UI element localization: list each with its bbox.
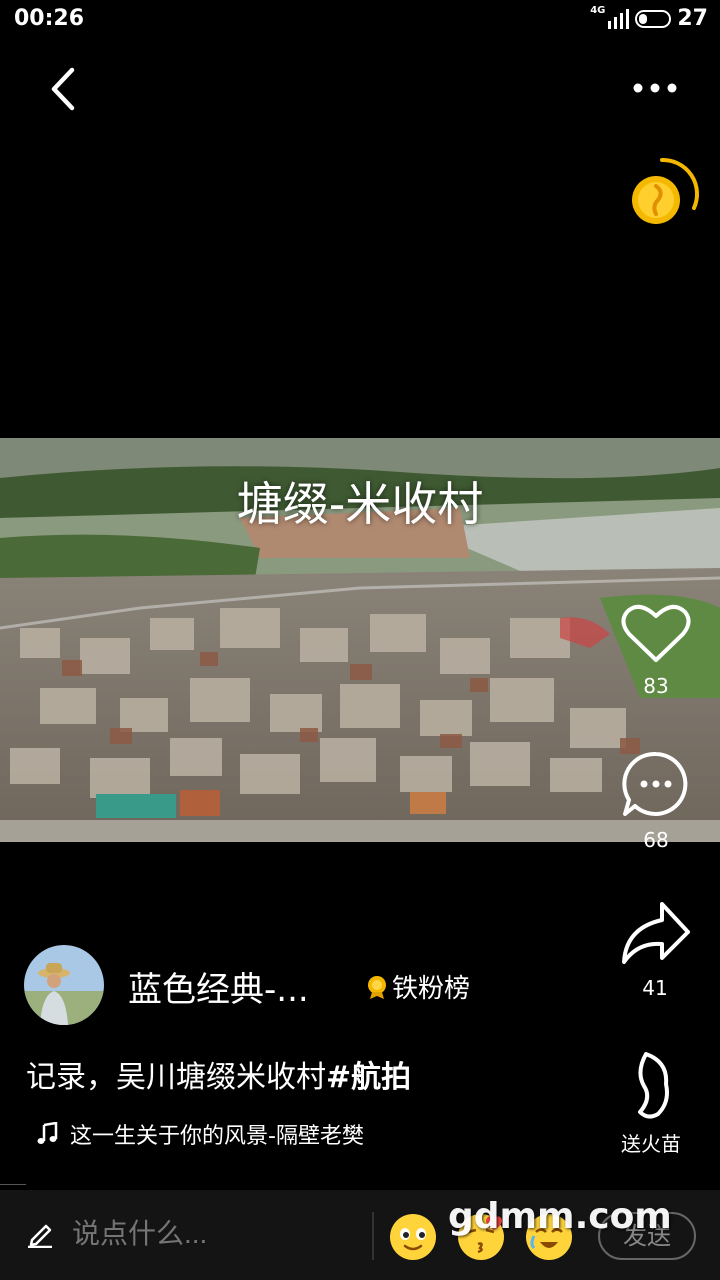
fan-rank-button[interactable]: 铁粉榜 bbox=[366, 968, 470, 1005]
coin-reward-button[interactable] bbox=[624, 156, 700, 232]
video-description: 记录，吴川塘缀米收村#航拍 bbox=[26, 1052, 411, 1096]
music-note-icon bbox=[37, 1122, 58, 1144]
comment-input[interactable] bbox=[72, 1218, 352, 1250]
status-right: 4G 27 bbox=[590, 5, 708, 31]
send-fire-label: 送火苗 bbox=[621, 1132, 681, 1156]
more-dots-icon bbox=[633, 83, 677, 93]
network-type: 4G bbox=[590, 5, 606, 16]
comment-bubble-icon bbox=[622, 751, 688, 816]
comment-button[interactable]: 68 bbox=[611, 750, 701, 852]
video-caption: 塘缀-米收村 bbox=[236, 477, 484, 531]
share-button[interactable]: 41 bbox=[610, 898, 700, 1000]
heart-icon bbox=[621, 604, 691, 662]
emoji-smile-button[interactable] bbox=[388, 1212, 438, 1262]
music-track-name: 这一生关于你的风景-隔壁老樊 bbox=[70, 1124, 364, 1149]
music-track[interactable]: 这一生关于你的风景-隔壁老樊 bbox=[36, 1118, 364, 1150]
fire-sprout-icon bbox=[638, 1052, 669, 1119]
status-bar: 00:26 4G 27 bbox=[0, 0, 720, 40]
author-avatar[interactable] bbox=[24, 945, 104, 1025]
watermark: gdmm.com bbox=[448, 1196, 672, 1237]
coin-reward-icon bbox=[632, 157, 700, 224]
pen-icon bbox=[28, 1224, 52, 1248]
more-button[interactable] bbox=[624, 70, 686, 106]
comment-bar-divider bbox=[372, 1212, 374, 1260]
author-name[interactable]: 蓝色经典-... bbox=[128, 962, 309, 1011]
battery-icon bbox=[635, 9, 672, 28]
send-fire-button[interactable]: 送火苗 bbox=[606, 1050, 696, 1157]
description-hashtag[interactable]: #航拍 bbox=[326, 1060, 411, 1095]
divider-line bbox=[0, 1184, 26, 1185]
signal-icon bbox=[608, 8, 630, 29]
smile-emoji-icon bbox=[390, 1214, 436, 1260]
status-time: 00:26 bbox=[14, 6, 85, 31]
share-arrow-icon bbox=[622, 902, 690, 964]
like-count: 83 bbox=[643, 674, 669, 698]
like-button[interactable]: 83 bbox=[611, 598, 701, 698]
battery-level: 27 bbox=[677, 6, 708, 31]
back-button[interactable] bbox=[40, 62, 90, 116]
share-count: 41 bbox=[642, 976, 668, 1000]
back-arrow-icon bbox=[51, 67, 75, 111]
comment-count: 68 bbox=[643, 828, 669, 852]
description-text: 记录，吴川塘缀米收村 bbox=[26, 1060, 326, 1095]
avatar-photo bbox=[24, 945, 104, 1025]
rank-medal-icon bbox=[368, 975, 386, 999]
fan-rank-label: 铁粉榜 bbox=[392, 974, 471, 1004]
